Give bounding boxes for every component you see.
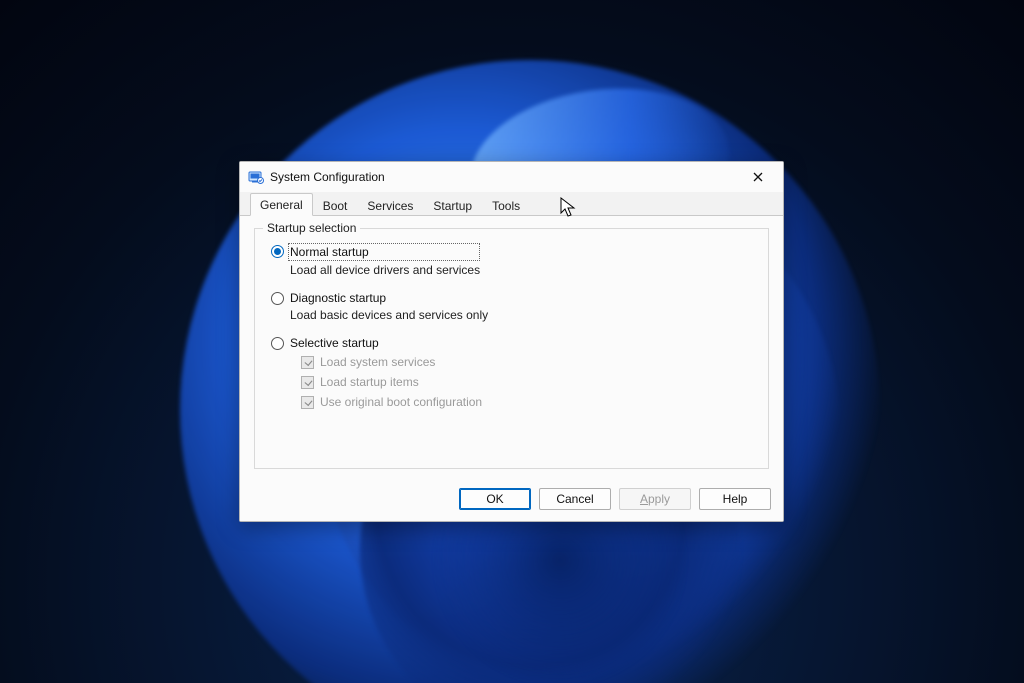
radio-label: Diagnostic startup xyxy=(290,290,488,306)
checkbox-icon xyxy=(301,376,314,389)
group-legend: Startup selection xyxy=(263,221,360,235)
help-button[interactable]: Help xyxy=(699,488,771,510)
radio-description: Load all device drivers and services xyxy=(290,262,480,278)
radio-label: Normal startup xyxy=(288,243,480,261)
radio-icon xyxy=(271,245,284,258)
close-icon xyxy=(753,172,763,182)
radio-description: Load basic devices and services only xyxy=(290,307,488,323)
tab-tools[interactable]: Tools xyxy=(482,194,530,216)
checkbox-load-startup-items: Load startup items xyxy=(301,375,754,389)
startup-selection-group: Startup selection Normal startup Load al… xyxy=(254,228,769,469)
checkbox-load-system-services: Load system services xyxy=(301,355,754,369)
tab-services[interactable]: Services xyxy=(357,194,423,216)
radio-icon xyxy=(271,337,284,350)
apply-button: Apply xyxy=(619,488,691,510)
msconfig-icon xyxy=(248,169,264,185)
radio-diagnostic-startup[interactable]: Diagnostic startup Load basic devices an… xyxy=(269,290,754,323)
radio-icon xyxy=(271,292,284,305)
apply-accelerator: A xyxy=(640,492,648,506)
tab-startup[interactable]: Startup xyxy=(423,194,482,216)
desktop-background: System Configuration General Boot Servic… xyxy=(0,0,1024,683)
dialog-footer: OK Cancel Apply Help xyxy=(240,477,783,521)
radio-normal-startup[interactable]: Normal startup Load all device drivers a… xyxy=(269,243,754,278)
system-configuration-window: System Configuration General Boot Servic… xyxy=(239,161,784,522)
window-title: System Configuration xyxy=(270,170,385,184)
checkbox-label: Load system services xyxy=(320,355,435,369)
selective-suboptions: Load system services Load startup items … xyxy=(301,355,754,409)
close-button[interactable] xyxy=(741,165,775,189)
checkbox-icon xyxy=(301,396,314,409)
cancel-button[interactable]: Cancel xyxy=(539,488,611,510)
tabstrip: General Boot Services Startup Tools xyxy=(240,192,783,216)
apply-label-rest: pply xyxy=(648,492,670,506)
titlebar[interactable]: System Configuration xyxy=(240,162,783,192)
ok-button[interactable]: OK xyxy=(459,488,531,510)
checkbox-label: Load startup items xyxy=(320,375,419,389)
tab-boot[interactable]: Boot xyxy=(313,194,358,216)
checkbox-label: Use original boot configuration xyxy=(320,395,482,409)
checkbox-use-original-boot-config: Use original boot configuration xyxy=(301,395,754,409)
radio-selective-startup[interactable]: Selective startup xyxy=(269,335,754,351)
radio-label: Selective startup xyxy=(290,335,379,351)
tab-general[interactable]: General xyxy=(250,193,313,216)
checkbox-icon xyxy=(301,356,314,369)
tab-general-panel: Startup selection Normal startup Load al… xyxy=(240,216,783,477)
